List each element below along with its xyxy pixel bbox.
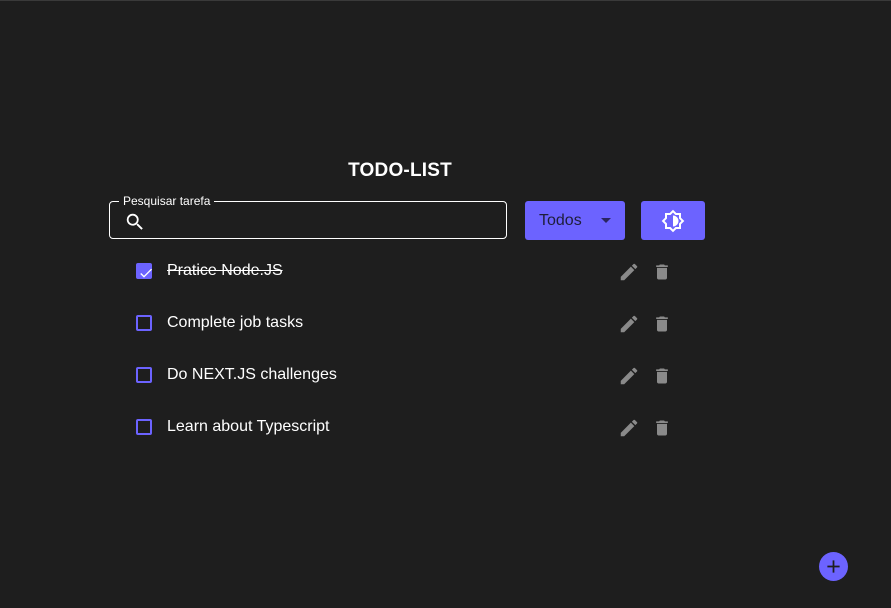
task-item: Learn about Typescript — [136, 417, 676, 441]
chevron-down-icon — [601, 218, 611, 223]
edit-icon[interactable] — [618, 365, 640, 392]
task-checkbox[interactable] — [136, 263, 152, 279]
task-item: Complete job tasks — [136, 313, 676, 337]
search-icon — [124, 211, 146, 233]
task-label: Complete job tasks — [167, 314, 304, 331]
filter-selected-value: Todos — [539, 212, 582, 229]
check-icon — [140, 268, 152, 278]
brightness-icon — [661, 209, 685, 233]
task-checkbox[interactable] — [136, 367, 152, 383]
plus-icon — [827, 560, 840, 573]
task-label: Learn about Typescript — [167, 418, 330, 435]
add-task-button[interactable] — [819, 552, 848, 581]
top-border — [0, 0, 891, 1]
edit-icon[interactable] — [618, 313, 640, 340]
task-checkbox[interactable] — [136, 419, 152, 435]
search-field[interactable]: Pesquisar tarefa — [109, 194, 507, 239]
edit-icon[interactable] — [618, 261, 640, 288]
task-item: Do NEXT.JS challenges — [136, 365, 676, 389]
page-title: TODO-LIST — [348, 160, 452, 181]
delete-icon[interactable] — [652, 313, 672, 340]
task-label: Pratice Node.JS — [167, 262, 283, 279]
theme-toggle-button[interactable] — [641, 201, 705, 240]
filter-select[interactable]: Todos — [525, 201, 625, 240]
delete-icon[interactable] — [652, 417, 672, 444]
delete-icon[interactable] — [652, 365, 672, 392]
task-checkbox[interactable] — [136, 315, 152, 331]
search-input[interactable] — [154, 206, 498, 236]
task-label: Do NEXT.JS challenges — [167, 366, 337, 383]
edit-icon[interactable] — [618, 417, 640, 444]
delete-icon[interactable] — [652, 261, 672, 288]
task-item: Pratice Node.JS — [136, 261, 676, 285]
